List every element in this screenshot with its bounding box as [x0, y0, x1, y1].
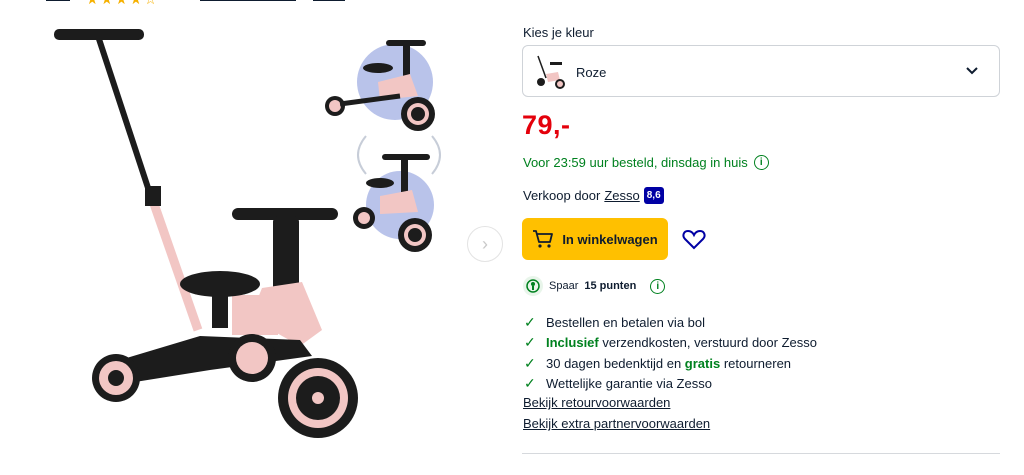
divider [522, 453, 1000, 454]
product-image [54, 29, 441, 438]
returns-conditions-link[interactable]: Bekijk retourvoorwaarden [523, 395, 710, 416]
seller-prefix: Verkoop door [523, 188, 601, 203]
product-image-gallery[interactable]: › [0, 0, 512, 475]
tricycle-main-image [54, 29, 358, 438]
usp-item: ✓ Wettelijke garantie via Zesso [524, 375, 712, 392]
color-select-value: Roze [576, 65, 607, 80]
seller-link[interactable]: Zesso [604, 188, 639, 203]
next-image-button[interactable]: › [467, 226, 503, 262]
seller-score-badge: 8,6 [643, 187, 664, 204]
check-icon: ✓ [524, 354, 536, 371]
variant-balance-bike-image [325, 40, 435, 131]
chevron-right-icon: › [482, 233, 488, 254]
usp-item: ✓ 30 dagen bedenktijd en gratis retourne… [524, 354, 792, 371]
check-icon: ✓ [524, 334, 536, 351]
buy-block: Kies je kleur Roze 79,- Voor 23:59 uur b… [522, 0, 1002, 475]
heart-icon[interactable] [682, 228, 706, 250]
variant-thumbnail [537, 55, 565, 89]
color-select-dropdown[interactable]: Roze [522, 45, 1000, 97]
color-select-label: Kies je kleur [523, 25, 594, 40]
info-icon[interactable]: i [753, 155, 769, 170]
partner-conditions-link[interactable]: Bekijk extra partnervoorwaarden [523, 416, 710, 437]
points-info-icon[interactable]: i [650, 278, 666, 294]
usp-item: ✓ Bestellen en betalen via bol [524, 313, 706, 330]
add-to-cart-label: In winkelwagen [562, 231, 658, 247]
points-prefix: Spaar [549, 280, 579, 292]
usp-list: ✓ Bestellen en betalen via bol ✓ Inclusi… [524, 312, 817, 394]
chevron-down-icon [966, 67, 978, 75]
delivery-text: Voor 23:59 uur besteld, dinsdag in huis [523, 155, 748, 170]
seller-info: Verkoop door Zesso 8,6 [523, 187, 664, 204]
points-icon [523, 276, 543, 296]
usp-item: ✓ Inclusief verzendkosten, verstuurd doo… [524, 334, 817, 351]
check-icon: ✓ [524, 313, 536, 330]
variant-tricycle-image [353, 154, 434, 252]
loyalty-points: Spaar 15 punten i [523, 275, 666, 297]
delivery-promise: Voor 23:59 uur besteld, dinsdag in huis … [523, 155, 769, 170]
cart-icon [533, 230, 554, 248]
add-to-cart-button[interactable]: In winkelwagen [522, 218, 668, 260]
points-amount: 15 punten [584, 280, 637, 292]
check-icon: ✓ [524, 375, 536, 392]
product-price: 79,- [522, 110, 571, 140]
conditions-links: Bekijk retourvoorwaarden Bekijk extra pa… [523, 395, 710, 437]
